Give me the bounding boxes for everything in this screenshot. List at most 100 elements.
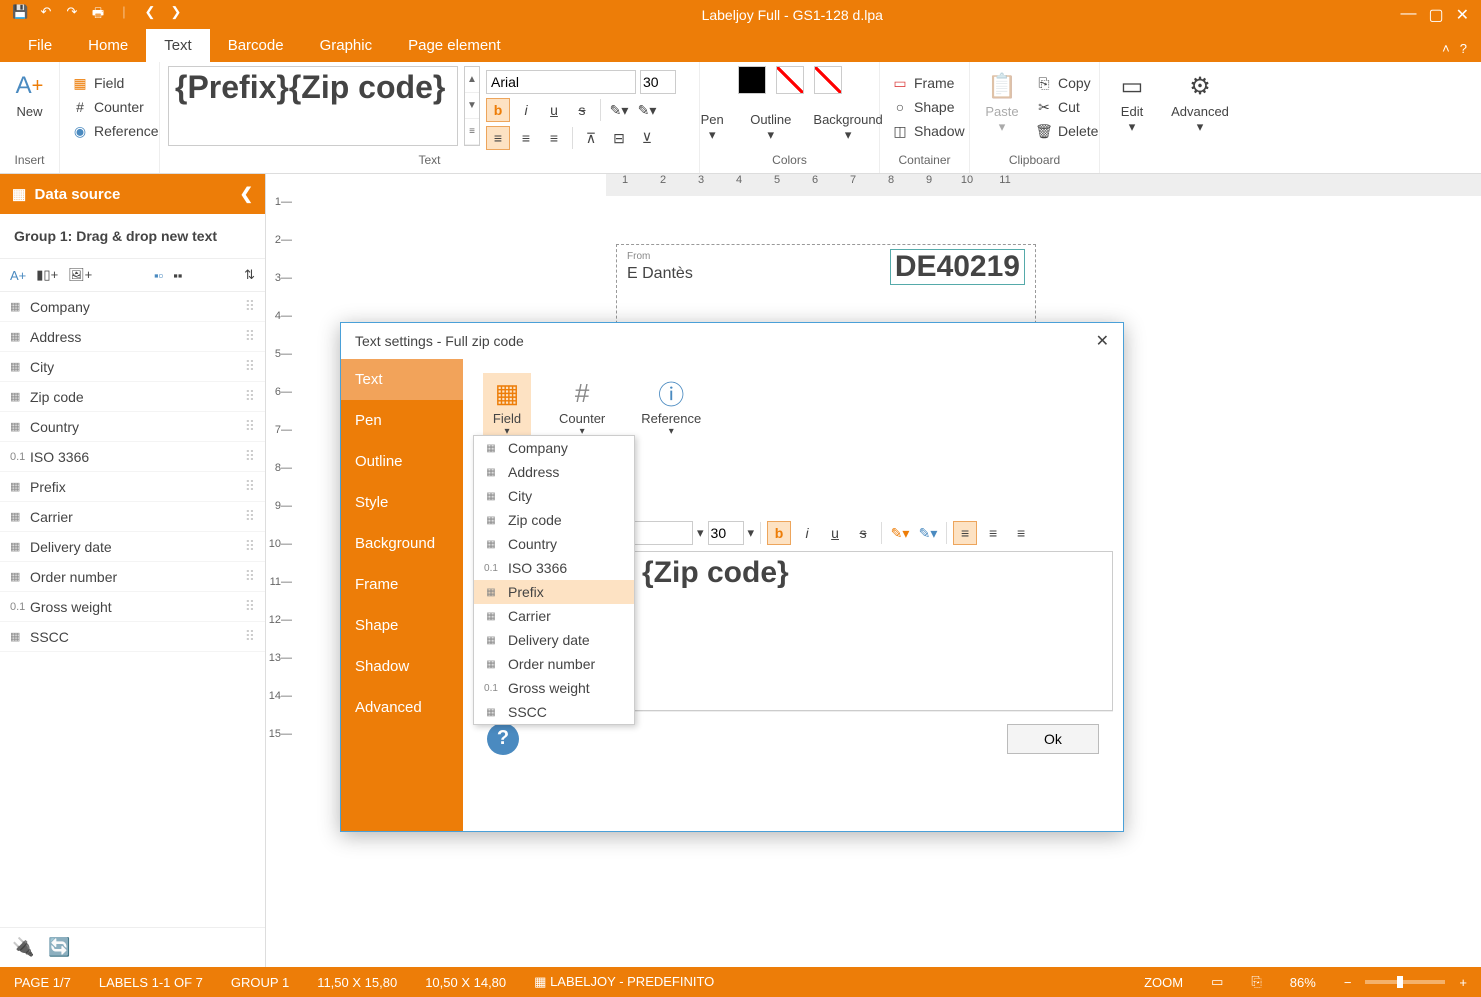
zoom-out-button[interactable]: − — [1330, 975, 1366, 990]
ds-item[interactable]: ▦Order number⠿ — [0, 562, 265, 592]
undo-icon[interactable]: ↶ — [38, 4, 54, 26]
shape-button[interactable]: ○Shape — [888, 96, 958, 118]
modal-nav-shadow[interactable]: Shadow — [341, 646, 463, 687]
zoom-page-icon[interactable]: ⎘ — [1237, 974, 1275, 990]
ds-item[interactable]: 0.1Gross weight⠿ — [0, 592, 265, 622]
ds-item[interactable]: ▦Prefix⠿ — [0, 472, 265, 502]
add-text-icon[interactable]: A+ — [10, 268, 26, 283]
modal-nav-text[interactable]: Text — [341, 359, 463, 400]
outline-button[interactable]: Outline▾ — [742, 106, 799, 147]
zoom-slider[interactable] — [1365, 980, 1445, 984]
advanced-button[interactable]: ⚙Advanced▾ — [1168, 66, 1232, 139]
redo-icon[interactable]: ↷ — [64, 4, 80, 26]
sort-icon[interactable]: ⇅ — [244, 267, 255, 283]
editor-color-button[interactable]: ✎▾ — [916, 521, 940, 545]
insert-reference-button[interactable]: ⓘReference▾ — [633, 373, 709, 441]
label-canvas[interactable]: From E Dantès DE40219 — [616, 244, 1036, 334]
print-icon[interactable]: 🖶 — [90, 4, 106, 26]
pen-button[interactable]: Pen▾ — [688, 106, 736, 147]
editor-bold-button[interactable]: b — [767, 521, 791, 545]
zoom-fit-icon[interactable]: ▭ — [1197, 974, 1237, 990]
italic-button[interactable]: i — [514, 98, 538, 122]
background-button[interactable]: Background▾ — [805, 106, 890, 147]
preview-up-icon[interactable]: ▲ — [465, 67, 479, 93]
help-icon[interactable]: ? — [1460, 41, 1467, 56]
frame-button[interactable]: ▭Frame — [888, 72, 958, 94]
dropdown-item[interactable]: ▦Order number — [474, 652, 634, 676]
ds-item[interactable]: ▦SSCC⠿ — [0, 622, 265, 652]
editor-italic-button[interactable]: i — [795, 521, 819, 545]
delete-button[interactable]: 🗑Delete — [1032, 120, 1102, 142]
dropdown-item[interactable]: ▦Carrier — [474, 604, 634, 628]
editor-align-left-button[interactable]: ≡ — [953, 521, 977, 545]
underline-button[interactable]: u — [542, 98, 566, 122]
align-left-button[interactable]: ≡ — [486, 126, 510, 150]
preview-down-icon[interactable]: ▼ — [465, 93, 479, 119]
size-select[interactable] — [640, 70, 676, 94]
ds-item[interactable]: ▦Country⠿ — [0, 412, 265, 442]
copy-button[interactable]: ⎘Copy — [1032, 72, 1102, 94]
dropdown-item[interactable]: ▦Company — [474, 436, 634, 460]
edit-button[interactable]: ▭Edit▾ — [1108, 66, 1156, 139]
close-button[interactable]: ✕ — [1456, 5, 1469, 25]
view-icon-1[interactable]: ▪▫ — [154, 268, 163, 283]
ds-item[interactable]: ▦Company⠿ — [0, 292, 265, 322]
dropdown-item[interactable]: 0.1ISO 3366 — [474, 556, 634, 580]
font-select[interactable] — [486, 70, 636, 94]
insert-counter-button[interactable]: #Counter▾ — [551, 373, 613, 441]
prev-icon[interactable]: ❮ — [142, 4, 158, 26]
ds-item[interactable]: ▦City⠿ — [0, 352, 265, 382]
add-barcode-icon[interactable]: ▮▯+ — [36, 267, 58, 283]
refresh-icon[interactable]: 🔄 — [48, 937, 70, 958]
tab-page-element[interactable]: Page element — [390, 29, 519, 62]
align-right-button[interactable]: ≡ — [542, 126, 566, 150]
ds-item[interactable]: 0.1ISO 3366⠿ — [0, 442, 265, 472]
shadow-button[interactable]: ◫Shadow — [888, 120, 969, 142]
ok-button[interactable]: Ok — [1007, 724, 1099, 754]
modal-nav-frame[interactable]: Frame — [341, 564, 463, 605]
collapse-panel-icon[interactable]: ❮ — [240, 184, 253, 204]
editor-size-select[interactable] — [708, 521, 744, 545]
dropdown-item[interactable]: ▦City — [474, 484, 634, 508]
paste-button[interactable]: 📋Paste▾ — [978, 66, 1026, 139]
save-icon[interactable]: 💾 — [12, 4, 28, 26]
modal-nav-background[interactable]: Background — [341, 523, 463, 564]
cut-button[interactable]: ✂Cut — [1032, 96, 1102, 118]
ds-item[interactable]: ▦Carrier⠿ — [0, 502, 265, 532]
insert-field-button[interactable]: ▦Field▾ — [483, 373, 531, 441]
highlight-button[interactable]: ✎▾ — [607, 98, 631, 122]
counter-button[interactable]: #Counter — [68, 96, 148, 118]
dialog-help-button[interactable]: ? — [487, 723, 519, 755]
zip-text-element[interactable]: DE40219 — [890, 249, 1025, 285]
tab-home[interactable]: Home — [70, 29, 146, 62]
collapse-ribbon-icon[interactable]: ˄ — [1442, 41, 1450, 56]
ds-item[interactable]: ▦Zip code⠿ — [0, 382, 265, 412]
field-button[interactable]: ▦Field — [68, 72, 128, 94]
dropdown-item[interactable]: ▦Delivery date — [474, 628, 634, 652]
modal-nav-style[interactable]: Style — [341, 482, 463, 523]
dialog-close-button[interactable]: ✕ — [1096, 331, 1109, 351]
strike-button[interactable]: s — [570, 98, 594, 122]
add-image-icon[interactable]: 🖼+ — [68, 267, 92, 283]
zoom-in-button[interactable]: + — [1445, 975, 1481, 990]
align-center-button[interactable]: ≡ — [514, 126, 538, 150]
preview-menu-icon[interactable]: ≡ — [465, 119, 479, 145]
dropdown-item[interactable]: ▦Zip code — [474, 508, 634, 532]
editor-highlight-button[interactable]: ✎▾ — [888, 521, 912, 545]
valign-bottom-button[interactable]: ⊻ — [635, 126, 659, 150]
modal-nav-outline[interactable]: Outline — [341, 441, 463, 482]
valign-top-button[interactable]: ⊼ — [579, 126, 603, 150]
font-color-button[interactable]: ✎▾ — [635, 98, 659, 122]
plug-icon[interactable]: 🔌 — [12, 937, 34, 958]
ds-item[interactable]: ▦Address⠿ — [0, 322, 265, 352]
tab-file[interactable]: File — [10, 29, 70, 62]
tab-barcode[interactable]: Barcode — [210, 29, 302, 62]
view-icon-2[interactable]: ▪▪ — [173, 268, 182, 283]
editor-strike-button[interactable]: s — [851, 521, 875, 545]
editor-align-center-button[interactable]: ≡ — [981, 521, 1005, 545]
next-icon[interactable]: ❯ — [168, 4, 184, 26]
dropdown-item[interactable]: ▦Address — [474, 460, 634, 484]
dropdown-item[interactable]: ▦Country — [474, 532, 634, 556]
minimize-button[interactable]: — — [1400, 5, 1416, 25]
editor-textarea[interactable]: {Zip code} — [633, 551, 1113, 711]
